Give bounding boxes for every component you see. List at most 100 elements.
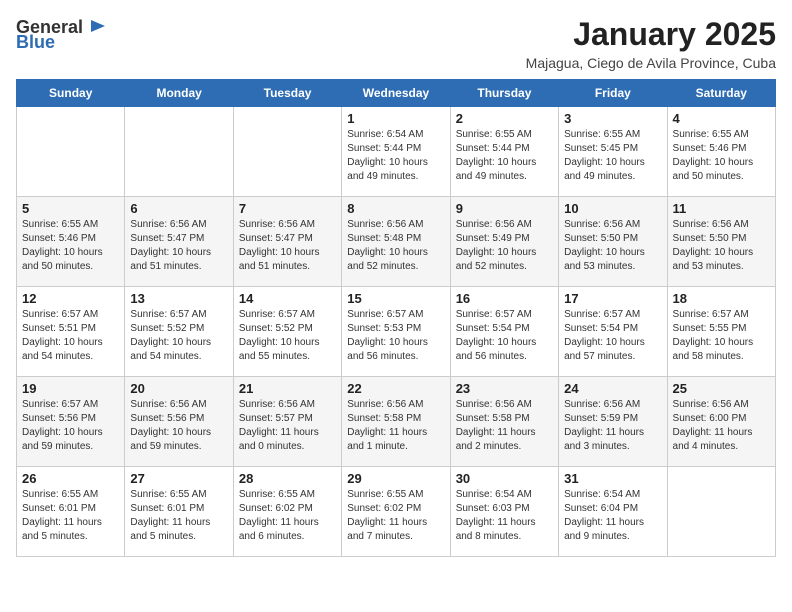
calendar-cell: 15 Sunrise: 6:57 AM Sunset: 5:53 PM Dayli… xyxy=(342,287,450,377)
day-info: Sunrise: 6:55 AM Sunset: 5:45 PM Dayligh… xyxy=(564,128,661,184)
calendar-cell: 3 Sunrise: 6:55 AM Sunset: 5:45 PM Daylig… xyxy=(559,107,667,197)
calendar-cell: 11 Sunrise: 6:56 AM Sunset: 5:50 PM Dayli… xyxy=(667,197,775,287)
day-info: Sunrise: 6:54 AM Sunset: 6:03 PM Dayligh… xyxy=(456,488,553,544)
day-info: Sunrise: 6:56 AM Sunset: 5:50 PM Dayligh… xyxy=(673,218,770,274)
calendar-subtitle: Majagua, Ciego de Avila Province, Cuba xyxy=(526,55,776,71)
day-number: 22 xyxy=(347,381,444,396)
calendar-cell: 9 Sunrise: 6:56 AM Sunset: 5:49 PM Daylig… xyxy=(450,197,558,287)
calendar-week-row: 26 Sunrise: 6:55 AM Sunset: 6:01 PM Dayli… xyxy=(17,467,776,557)
day-number: 31 xyxy=(564,471,661,486)
calendar-cell: 22 Sunrise: 6:56 AM Sunset: 5:58 PM Dayli… xyxy=(342,377,450,467)
day-number: 17 xyxy=(564,291,661,306)
day-info: Sunrise: 6:55 AM Sunset: 5:46 PM Dayligh… xyxy=(22,218,119,274)
day-number: 11 xyxy=(673,201,770,216)
calendar-cell: 28Sunrise: 6:55 AM Sunset: 6:02 PM Dayli… xyxy=(233,467,341,557)
calendar-cell: 20Sunrise: 6:56 AM Sunset: 5:56 PM Dayli… xyxy=(125,377,233,467)
weekday-header-thursday: Thursday xyxy=(450,80,558,107)
day-number: 13 xyxy=(130,291,227,306)
calendar-cell xyxy=(125,107,233,197)
title-block: January 2025 Majagua, Ciego de Avila Pro… xyxy=(526,16,776,71)
day-number: 2 xyxy=(456,111,553,126)
calendar-cell: 5 Sunrise: 6:55 AM Sunset: 5:46 PM Daylig… xyxy=(17,197,125,287)
day-info: Sunrise: 6:56 AM Sunset: 6:00 PM Dayligh… xyxy=(673,398,770,454)
calendar-week-row: 19Sunrise: 6:57 AM Sunset: 5:56 PM Dayli… xyxy=(17,377,776,467)
day-number: 21 xyxy=(239,381,336,396)
logo-flag-icon xyxy=(87,16,109,38)
day-number: 1 xyxy=(347,111,444,126)
page-header: General Blue January 2025 Majagua, Ciego… xyxy=(16,16,776,71)
day-info: Sunrise: 6:56 AM Sunset: 5:50 PM Dayligh… xyxy=(564,218,661,274)
calendar-cell: 30 Sunrise: 6:54 AM Sunset: 6:03 PM Dayli… xyxy=(450,467,558,557)
day-info: Sunrise: 6:56 AM Sunset: 5:58 PM Dayligh… xyxy=(456,398,553,454)
day-info: Sunrise: 6:56 AM Sunset: 5:58 PM Dayligh… xyxy=(347,398,444,454)
day-number: 6 xyxy=(130,201,227,216)
day-info: Sunrise: 6:55 AM Sunset: 6:01 PM Dayligh… xyxy=(22,488,119,544)
calendar-cell: 24Sunrise: 6:56 AM Sunset: 5:59 PM Dayli… xyxy=(559,377,667,467)
calendar-cell: 27Sunrise: 6:55 AM Sunset: 6:01 PM Dayli… xyxy=(125,467,233,557)
calendar-cell: 18Sunrise: 6:57 AM Sunset: 5:55 PM Dayli… xyxy=(667,287,775,377)
logo: General Blue xyxy=(16,16,109,53)
calendar-cell: 13 Sunrise: 6:57 AM Sunset: 5:52 PM Dayli… xyxy=(125,287,233,377)
day-number: 25 xyxy=(673,381,770,396)
calendar-cell: 2 Sunrise: 6:55 AM Sunset: 5:44 PM Daylig… xyxy=(450,107,558,197)
day-number: 23 xyxy=(456,381,553,396)
calendar-week-row: 1 Sunrise: 6:54 AM Sunset: 5:44 PM Daylig… xyxy=(17,107,776,197)
day-info: Sunrise: 6:57 AM Sunset: 5:54 PM Dayligh… xyxy=(564,308,661,364)
day-info: Sunrise: 6:55 AM Sunset: 5:44 PM Dayligh… xyxy=(456,128,553,184)
day-number: 15 xyxy=(347,291,444,306)
day-info: Sunrise: 6:56 AM Sunset: 5:49 PM Dayligh… xyxy=(456,218,553,274)
day-info: Sunrise: 6:57 AM Sunset: 5:52 PM Dayligh… xyxy=(130,308,227,364)
calendar-cell: 19Sunrise: 6:57 AM Sunset: 5:56 PM Dayli… xyxy=(17,377,125,467)
day-info: Sunrise: 6:56 AM Sunset: 5:57 PM Dayligh… xyxy=(239,398,336,454)
day-number: 16 xyxy=(456,291,553,306)
calendar-cell xyxy=(233,107,341,197)
calendar-title: January 2025 xyxy=(526,16,776,53)
calendar-cell xyxy=(17,107,125,197)
logo-blue: Blue xyxy=(16,32,55,53)
day-number: 4 xyxy=(673,111,770,126)
calendar-table: SundayMondayTuesdayWednesdayThursdayFrid… xyxy=(16,79,776,557)
calendar-cell: 1 Sunrise: 6:54 AM Sunset: 5:44 PM Daylig… xyxy=(342,107,450,197)
weekday-header-tuesday: Tuesday xyxy=(233,80,341,107)
day-number: 7 xyxy=(239,201,336,216)
calendar-cell: 10 Sunrise: 6:56 AM Sunset: 5:50 PM Dayli… xyxy=(559,197,667,287)
day-number: 9 xyxy=(456,201,553,216)
day-info: Sunrise: 6:56 AM Sunset: 5:47 PM Dayligh… xyxy=(130,218,227,274)
calendar-cell: 7 Sunrise: 6:56 AM Sunset: 5:47 PM Daylig… xyxy=(233,197,341,287)
day-number: 14 xyxy=(239,291,336,306)
day-info: Sunrise: 6:57 AM Sunset: 5:54 PM Dayligh… xyxy=(456,308,553,364)
day-info: Sunrise: 6:57 AM Sunset: 5:55 PM Dayligh… xyxy=(673,308,770,364)
weekday-header-friday: Friday xyxy=(559,80,667,107)
calendar-cell: 26 Sunrise: 6:55 AM Sunset: 6:01 PM Dayli… xyxy=(17,467,125,557)
day-info: Sunrise: 6:54 AM Sunset: 6:04 PM Dayligh… xyxy=(564,488,661,544)
calendar-cell: 14 Sunrise: 6:57 AM Sunset: 5:52 PM Dayli… xyxy=(233,287,341,377)
day-number: 29 xyxy=(347,471,444,486)
calendar-week-row: 12Sunrise: 6:57 AM Sunset: 5:51 PM Dayli… xyxy=(17,287,776,377)
calendar-cell: 12Sunrise: 6:57 AM Sunset: 5:51 PM Dayli… xyxy=(17,287,125,377)
day-info: Sunrise: 6:56 AM Sunset: 5:48 PM Dayligh… xyxy=(347,218,444,274)
day-info: Sunrise: 6:56 AM Sunset: 5:47 PM Dayligh… xyxy=(239,218,336,274)
day-number: 3 xyxy=(564,111,661,126)
calendar-week-row: 5 Sunrise: 6:55 AM Sunset: 5:46 PM Daylig… xyxy=(17,197,776,287)
calendar-cell: 17 Sunrise: 6:57 AM Sunset: 5:54 PM Dayli… xyxy=(559,287,667,377)
day-number: 10 xyxy=(564,201,661,216)
calendar-cell xyxy=(667,467,775,557)
day-info: Sunrise: 6:57 AM Sunset: 5:56 PM Dayligh… xyxy=(22,398,119,454)
day-info: Sunrise: 6:55 AM Sunset: 6:02 PM Dayligh… xyxy=(347,488,444,544)
day-info: Sunrise: 6:57 AM Sunset: 5:53 PM Dayligh… xyxy=(347,308,444,364)
day-number: 30 xyxy=(456,471,553,486)
day-number: 26 xyxy=(22,471,119,486)
day-info: Sunrise: 6:54 AM Sunset: 5:44 PM Dayligh… xyxy=(347,128,444,184)
calendar-cell: 8Sunrise: 6:56 AM Sunset: 5:48 PM Daylig… xyxy=(342,197,450,287)
calendar-cell: 29 Sunrise: 6:55 AM Sunset: 6:02 PM Dayli… xyxy=(342,467,450,557)
day-info: Sunrise: 6:57 AM Sunset: 5:52 PM Dayligh… xyxy=(239,308,336,364)
calendar-cell: 4Sunrise: 6:55 AM Sunset: 5:46 PM Daylig… xyxy=(667,107,775,197)
day-number: 28 xyxy=(239,471,336,486)
day-number: 20 xyxy=(130,381,227,396)
day-number: 27 xyxy=(130,471,227,486)
calendar-body: 1 Sunrise: 6:54 AM Sunset: 5:44 PM Daylig… xyxy=(17,107,776,557)
day-info: Sunrise: 6:56 AM Sunset: 5:59 PM Dayligh… xyxy=(564,398,661,454)
calendar-cell: 16 Sunrise: 6:57 AM Sunset: 5:54 PM Dayli… xyxy=(450,287,558,377)
day-number: 5 xyxy=(22,201,119,216)
calendar-cell: 25 Sunrise: 6:56 AM Sunset: 6:00 PM Dayli… xyxy=(667,377,775,467)
